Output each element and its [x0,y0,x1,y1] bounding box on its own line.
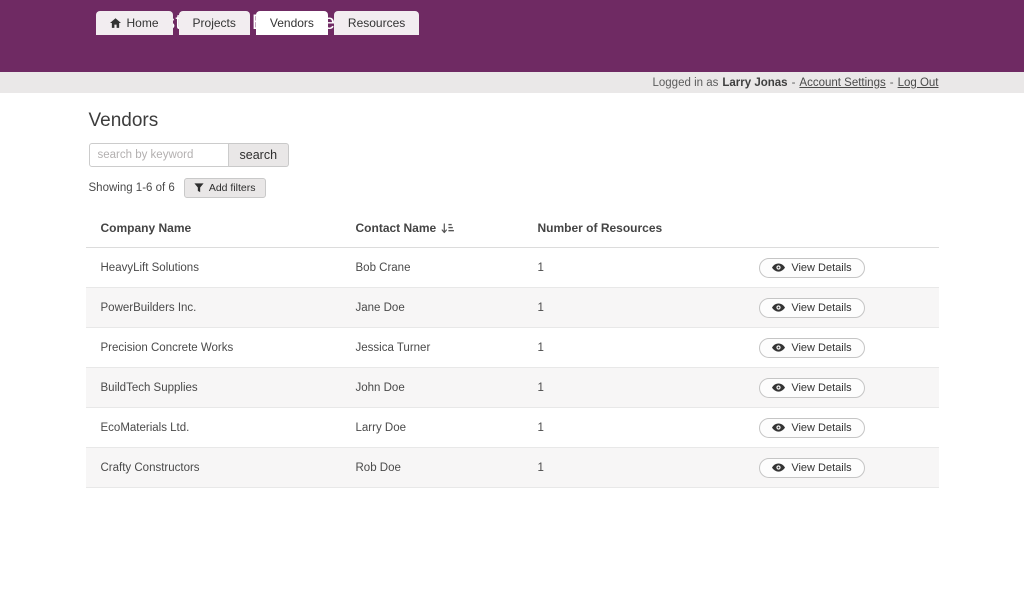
logged-in-text: Logged in as [653,77,719,89]
user-bar: Logged in as Larry Jonas - Account Setti… [0,72,1024,93]
app-header: Construction Estimate App Home Projects … [0,0,1024,72]
account-settings-link[interactable]: Account Settings [799,77,885,89]
results-meta-row: Showing 1-6 of 6 Add filters [89,178,939,198]
tab-label: Resources [348,16,405,30]
eye-icon [772,343,785,352]
main-nav: Home Projects Vendors Resources [96,11,420,35]
add-filters-label: Add filters [209,182,256,194]
separator: - [792,77,796,89]
view-details-label: View Details [791,422,851,434]
eye-icon [772,263,785,272]
view-details-button[interactable]: View Details [759,298,864,318]
resources-count-cell: 1 [523,448,681,488]
column-header-number-of-resources[interactable]: Number of Resources [523,211,681,248]
results-summary: Showing 1-6 of 6 [89,182,175,194]
eye-icon [772,303,785,312]
company-name-cell: BuildTech Supplies [86,368,341,408]
tab-label: Vendors [270,16,314,30]
table-row: EcoMaterials Ltd. Larry Doe 1 View Detai… [86,408,939,448]
sort-amount-icon [441,223,454,234]
resources-count-cell: 1 [523,288,681,328]
logged-in-username: Larry Jonas [722,77,787,89]
resources-count-cell: 1 [523,408,681,448]
eye-icon [772,423,785,432]
tab-resources[interactable]: Resources [334,11,419,35]
view-details-label: View Details [791,462,851,474]
company-name-cell: PowerBuilders Inc. [86,288,341,328]
actions-cell: View Details [681,448,939,488]
column-header-contact-name[interactable]: Contact Name [341,211,523,248]
filter-funnel-icon [194,183,204,193]
table-row: HeavyLift Solutions Bob Crane 1 View Det… [86,248,939,288]
contact-name-cell: Larry Doe [341,408,523,448]
table-row: Precision Concrete Works Jessica Turner … [86,328,939,368]
view-details-button[interactable]: View Details [759,258,864,278]
tab-vendors[interactable]: Vendors [256,11,328,35]
company-name-cell: EcoMaterials Ltd. [86,408,341,448]
contact-name-cell: Rob Doe [341,448,523,488]
tab-label: Home [127,16,159,30]
view-details-label: View Details [791,382,851,394]
vendors-page: Vendors search Showing 1-6 of 6 Add filt… [86,93,939,488]
column-header-company-name[interactable]: Company Name [86,211,341,248]
tab-home[interactable]: Home [96,11,173,35]
contact-name-cell: Jane Doe [341,288,523,328]
company-name-cell: Crafty Constructors [86,448,341,488]
view-details-button[interactable]: View Details [759,378,864,398]
view-details-button[interactable]: View Details [759,458,864,478]
vendors-table-body: HeavyLift Solutions Bob Crane 1 View Det… [86,248,939,488]
view-details-label: View Details [791,302,851,314]
table-header-row: Company Name Contact Name [86,211,939,248]
page-title: Vendors [89,110,939,132]
resources-count-cell: 1 [523,248,681,288]
actions-cell: View Details [681,328,939,368]
table-row: BuildTech Supplies John Doe 1 View Detai… [86,368,939,408]
contact-name-cell: John Doe [341,368,523,408]
company-name-cell: Precision Concrete Works [86,328,341,368]
actions-cell: View Details [681,368,939,408]
actions-cell: View Details [681,408,939,448]
resources-count-cell: 1 [523,328,681,368]
view-details-button[interactable]: View Details [759,418,864,438]
eye-icon [772,463,785,472]
eye-icon [772,383,785,392]
logout-link[interactable]: Log Out [898,77,939,89]
table-row: PowerBuilders Inc. Jane Doe 1 View Detai… [86,288,939,328]
search-input[interactable] [89,143,229,167]
actions-cell: View Details [681,288,939,328]
contact-name-cell: Bob Crane [341,248,523,288]
search-row: search [89,143,939,167]
view-details-label: View Details [791,342,851,354]
tab-label: Projects [193,16,236,30]
view-details-button[interactable]: View Details [759,338,864,358]
table-row: Crafty Constructors Rob Doe 1 View Detai… [86,448,939,488]
tab-projects[interactable]: Projects [179,11,250,35]
resources-count-cell: 1 [523,368,681,408]
add-filters-button[interactable]: Add filters [184,178,266,198]
home-icon [110,18,121,28]
column-header-actions [681,211,939,248]
view-details-label: View Details [791,262,851,274]
separator: - [890,77,894,89]
company-name-cell: HeavyLift Solutions [86,248,341,288]
vendors-table: Company Name Contact Name [86,211,939,488]
contact-name-cell: Jessica Turner [341,328,523,368]
search-button[interactable]: search [229,143,290,167]
actions-cell: View Details [681,248,939,288]
